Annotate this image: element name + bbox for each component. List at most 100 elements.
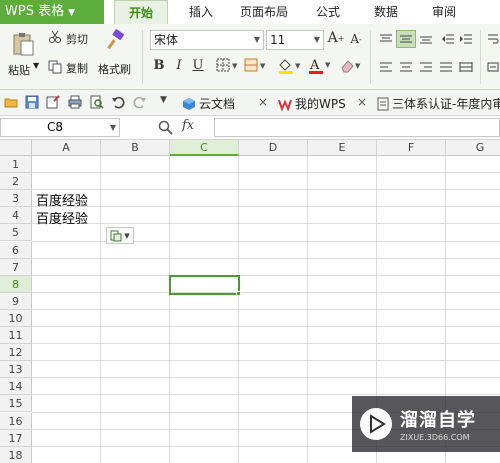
merge-cells-button[interactable]: ▼: [242, 57, 268, 73]
column-header-C[interactable]: C: [170, 140, 239, 156]
row-header-18[interactable]: 18: [0, 446, 32, 463]
cut-button[interactable]: 剪切: [66, 31, 88, 47]
bold-button[interactable]: B: [151, 56, 167, 74]
row-header-3[interactable]: 3: [0, 190, 32, 208]
format-painter-button[interactable]: 格式刷: [98, 61, 131, 77]
fill-handle[interactable]: [236, 291, 241, 296]
align-center-button[interactable]: [398, 60, 414, 74]
column-header-B[interactable]: B: [101, 140, 170, 156]
watermark-url: ZIXUE.3D66.COM: [400, 433, 470, 442]
doc-tab-cloud[interactable]: 云文档: [182, 95, 235, 112]
row-header-17[interactable]: 17: [0, 429, 32, 447]
tab-formulas[interactable]: 公式: [306, 0, 350, 24]
decrease-indent-button[interactable]: [440, 32, 456, 46]
column-header-F[interactable]: F: [377, 140, 446, 156]
font-name-select[interactable]: 宋体 ▼: [150, 30, 264, 50]
redo-icon[interactable]: [133, 95, 147, 109]
indent-icon: [460, 34, 472, 44]
font-size-value: 11: [270, 33, 286, 47]
tab-home[interactable]: 开始: [114, 0, 168, 24]
align-left-button[interactable]: [378, 60, 394, 74]
row-header-7[interactable]: 7: [0, 258, 32, 276]
align-middle-button[interactable]: [396, 30, 416, 48]
save-icon[interactable]: [25, 95, 39, 109]
row-header-5[interactable]: 5: [0, 224, 32, 242]
row-header-10[interactable]: 10: [0, 309, 32, 327]
column-header-D[interactable]: D: [239, 140, 308, 156]
paint-bucket-icon: ▼: [279, 59, 301, 74]
row-header-2[interactable]: 2: [0, 173, 32, 191]
outdent-icon: [442, 34, 454, 44]
align-right-button[interactable]: [418, 60, 434, 74]
select-all-corner[interactable]: [0, 140, 32, 156]
tab-data[interactable]: 数据: [364, 0, 408, 24]
tab-page-layout[interactable]: 页面布局: [232, 0, 296, 24]
name-box[interactable]: C8 ▼: [0, 118, 120, 137]
clear-format-button[interactable]: ▼: [338, 57, 364, 75]
row-gridline: [32, 343, 500, 345]
undo-icon[interactable]: [111, 95, 125, 109]
doc-tab-my-wps[interactable]: 我的WPS: [278, 95, 346, 112]
app-menu-button[interactable]: WPS 表格 ▼: [0, 0, 104, 24]
font-name-value: 宋体: [154, 33, 179, 47]
row-header-16[interactable]: 16: [0, 412, 32, 430]
row-header-14[interactable]: 14: [0, 378, 32, 396]
close-icon[interactable]: ×: [357, 95, 367, 109]
align-top-button[interactable]: [378, 32, 394, 46]
merge-center-icon: [487, 62, 499, 72]
border-button[interactable]: ▼: [214, 57, 240, 73]
save-as-icon[interactable]: [46, 95, 60, 109]
row-header-4[interactable]: 4: [0, 207, 32, 225]
cell-A3[interactable]: 百度经验: [36, 190, 88, 209]
insert-function-button[interactable]: fx: [182, 118, 194, 133]
fill-color-button[interactable]: ▼: [276, 57, 304, 75]
play-logo-icon: [360, 408, 392, 440]
quick-access-dropdown-icon[interactable]: ▼: [160, 95, 167, 105]
zoom-search-icon[interactable]: [158, 120, 173, 135]
row-gridline: [32, 257, 500, 259]
align-right-icon: [420, 62, 432, 72]
font-size-select[interactable]: 11 ▼: [266, 30, 324, 50]
row-header-9[interactable]: 9: [0, 292, 32, 310]
align-bottom-button[interactable]: [418, 32, 434, 46]
formula-input[interactable]: [214, 118, 500, 137]
ribbon-divider: [480, 30, 481, 84]
underline-button[interactable]: U: [190, 56, 206, 74]
decrease-font-button[interactable]: A-: [348, 31, 364, 47]
align-center-icon: [400, 62, 412, 72]
row-header-6[interactable]: 6: [0, 241, 32, 259]
increase-font-button[interactable]: A +: [328, 29, 345, 47]
distributed-align-button[interactable]: [458, 60, 474, 74]
justify-button[interactable]: [438, 60, 454, 74]
cell-A4[interactable]: 百度经验: [36, 208, 88, 227]
increase-indent-button[interactable]: [458, 32, 474, 46]
selected-cell-C8[interactable]: [169, 275, 241, 296]
copy-button[interactable]: 复制: [66, 60, 88, 76]
quick-access-toolbar: ▼ 云文档 × 我的WPS × 三体系认证-年度内审: [0, 90, 500, 116]
wrap-text-button[interactable]: [486, 32, 500, 46]
row-header-13[interactable]: 13: [0, 361, 32, 379]
row-header-1[interactable]: 1: [0, 156, 32, 174]
row-header-8[interactable]: 8: [0, 275, 32, 293]
row-header-15[interactable]: 15: [0, 395, 32, 413]
print-preview-icon[interactable]: [90, 95, 104, 109]
tab-review[interactable]: 审阅: [422, 0, 466, 24]
cloud-cube-icon: [183, 97, 195, 110]
column-header-A[interactable]: A: [32, 140, 101, 156]
paste-options-button[interactable]: ▼: [106, 227, 134, 244]
open-folder-icon[interactable]: [4, 95, 18, 109]
column-header-G[interactable]: G: [446, 140, 500, 156]
doc-tab-audit[interactable]: 三体系认证-年度内审: [377, 95, 500, 112]
row-header-12[interactable]: 12: [0, 344, 32, 362]
align-middle-icon: [400, 35, 412, 43]
print-icon[interactable]: [68, 95, 82, 109]
paste-dropdown-icon[interactable]: ▼: [33, 61, 39, 70]
row-header-11[interactable]: 11: [0, 327, 32, 345]
close-icon[interactable]: ×: [258, 95, 268, 109]
paste-button[interactable]: [8, 30, 38, 58]
italic-button[interactable]: I: [171, 56, 187, 74]
tab-insert[interactable]: 插入: [178, 0, 224, 24]
merge-center-button[interactable]: [486, 60, 500, 74]
font-color-button[interactable]: A ▼: [306, 56, 334, 75]
column-header-E[interactable]: E: [308, 140, 377, 156]
